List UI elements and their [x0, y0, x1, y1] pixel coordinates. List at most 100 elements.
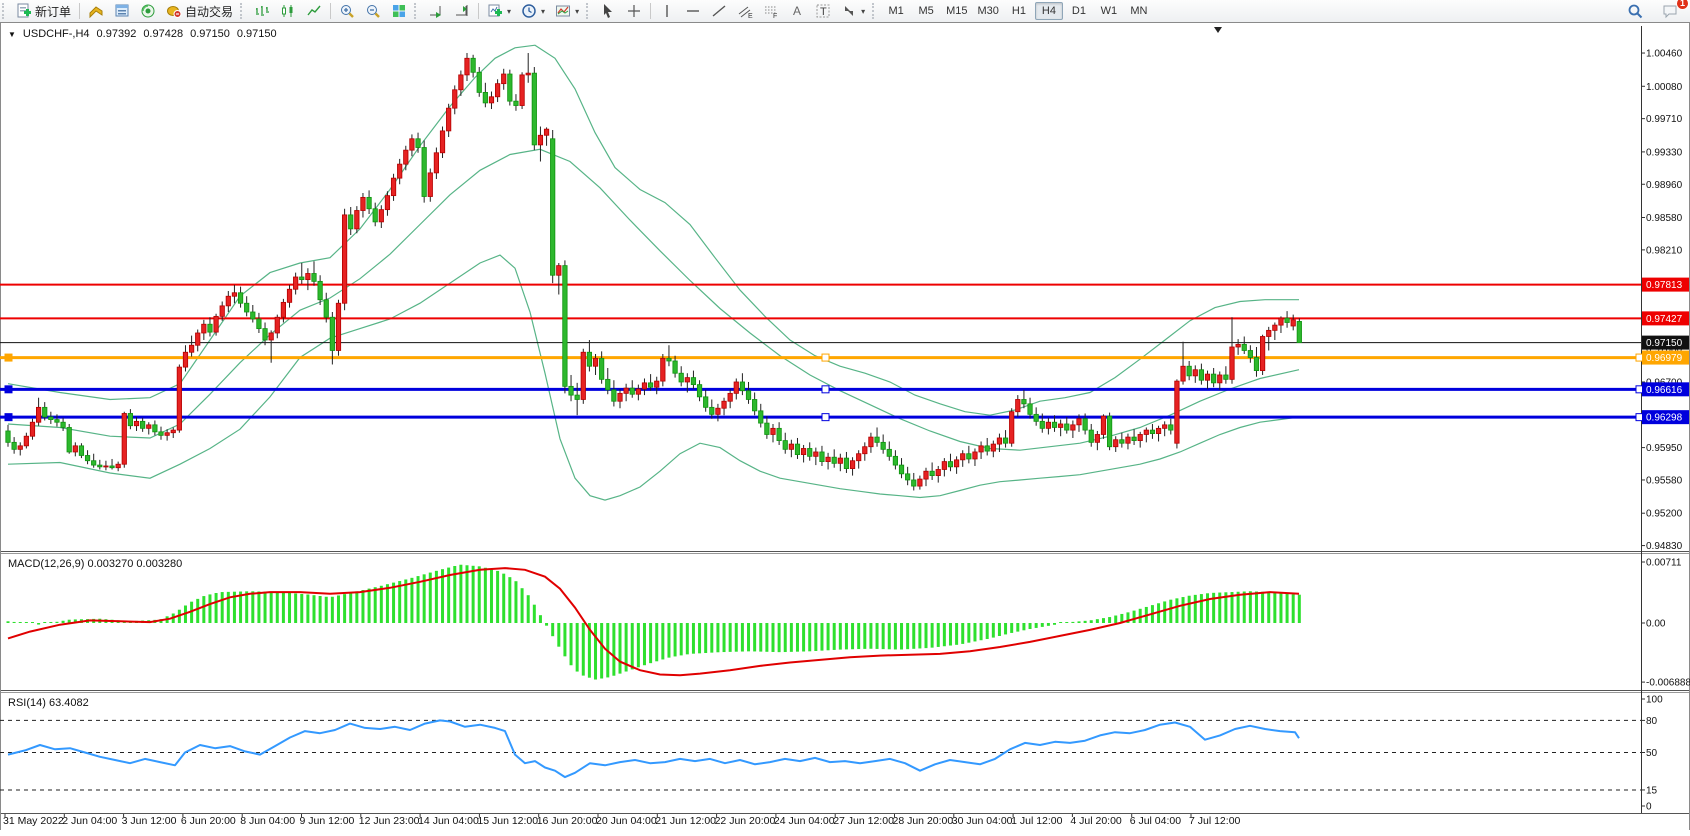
tab-timeframe-mn[interactable]: MN [1125, 2, 1153, 20]
vertical-line-button[interactable] [655, 1, 679, 21]
horizontal-line-button[interactable] [681, 1, 705, 21]
tab-timeframe-d1[interactable]: D1 [1065, 2, 1093, 20]
candle-body [789, 444, 793, 449]
search-button[interactable] [1623, 1, 1648, 21]
line-handle[interactable] [822, 386, 829, 393]
zoom-in-button[interactable] [335, 1, 359, 21]
fibonacci-button[interactable]: F [759, 1, 783, 21]
svg-text:100: 100 [1646, 695, 1663, 706]
cursor-button[interactable] [596, 1, 620, 21]
candle-body [514, 101, 518, 105]
templates-button[interactable]: ▾ [551, 1, 583, 21]
bar-chart-button[interactable] [250, 1, 274, 21]
candle-body [318, 281, 322, 299]
candle-body [875, 437, 879, 442]
tab-timeframe-h4[interactable]: H4 [1035, 2, 1063, 20]
candle-body [954, 460, 958, 467]
auto-trading-button[interactable]: 自动交易 [162, 1, 237, 21]
x-axis-label: 15 Jun 12:00 [477, 815, 538, 827]
symbol-title: ▼ USDCHF-,H4 0.97392 0.97428 0.97150 0.9… [8, 28, 277, 40]
notifications-button[interactable]: 1 [1658, 1, 1683, 21]
candle-body [1046, 422, 1050, 428]
tile-windows-button[interactable] [387, 1, 411, 21]
candle-body [918, 479, 922, 486]
text-icon: A [789, 3, 805, 19]
candle-body [1028, 404, 1032, 414]
line-handle[interactable] [1636, 354, 1643, 361]
toolbar-grip[interactable] [414, 3, 421, 19]
line-handle[interactable] [5, 414, 12, 421]
text-label-button[interactable]: T [811, 1, 835, 21]
equidistant-channel-button[interactable]: E [733, 1, 757, 21]
line-handle[interactable] [1636, 386, 1643, 393]
trendline-button[interactable] [707, 1, 731, 21]
line-handle[interactable] [822, 414, 829, 421]
chart-canvas[interactable]: 1.004601.000800.997100.993300.989600.985… [0, 22, 1690, 830]
candle-body [1254, 357, 1258, 370]
candle-body [342, 215, 346, 303]
svg-text:A: A [793, 4, 801, 18]
candlestick-chart-button[interactable] [276, 1, 300, 21]
toolbar-grip[interactable] [586, 3, 593, 19]
candle-body [691, 378, 695, 385]
new-chart-button[interactable]: ▾ [483, 1, 515, 21]
candle-body [244, 303, 248, 312]
tab-timeframe-m30[interactable]: M30 [974, 2, 1003, 20]
candle-body [648, 383, 652, 387]
new-order-button[interactable]: 新订单 [12, 1, 75, 21]
market-watch-button[interactable] [84, 1, 108, 21]
toolbar-grip[interactable] [240, 3, 247, 19]
zoom-out-button[interactable] [361, 1, 385, 21]
tab-timeframe-h1[interactable]: H1 [1005, 2, 1033, 20]
tab-timeframe-m15[interactable]: M15 [942, 2, 971, 20]
candle-body [104, 466, 108, 467]
timeframes-button[interactable]: ▾ [517, 1, 549, 21]
candle-body [1260, 336, 1264, 370]
candle-body [795, 444, 799, 454]
line-handle[interactable] [5, 386, 12, 393]
candle-body [159, 432, 163, 435]
candle-body [557, 266, 561, 276]
crosshair-button[interactable] [622, 1, 646, 21]
svg-text:F: F [773, 13, 777, 19]
toolbar-grip[interactable] [2, 3, 9, 19]
candle-body [905, 474, 909, 480]
svg-text:80: 80 [1646, 716, 1658, 727]
chart-shift-button[interactable] [450, 1, 474, 21]
candle-body [1089, 430, 1093, 442]
tab-timeframe-m1[interactable]: M1 [882, 2, 910, 20]
auto-scroll-button[interactable] [424, 1, 448, 21]
tab-timeframe-w1[interactable]: W1 [1095, 2, 1123, 20]
candle-body [122, 413, 126, 464]
candle-body [1187, 366, 1191, 376]
text-button[interactable]: A [785, 1, 809, 21]
tab-timeframe-m5[interactable]: M5 [912, 2, 940, 20]
arrows-button[interactable]: ▾ [837, 1, 869, 21]
svg-text:0.00: 0.00 [1646, 619, 1666, 630]
x-axis-label: 14 Jun 04:00 [418, 815, 479, 827]
candle-body [716, 408, 720, 414]
candle-body [416, 139, 420, 148]
candle-body [832, 457, 836, 463]
collapse-triangle-icon[interactable]: ▼ [8, 30, 16, 39]
candle-body [336, 303, 340, 350]
svg-text:0.95200: 0.95200 [1646, 509, 1683, 520]
line-handle[interactable] [5, 354, 12, 361]
clock-icon [521, 3, 537, 19]
time-axis[interactable]: 31 May 20222 Jun 04:003 Jun 12:006 Jun 2… [0, 814, 1690, 830]
candle-body [679, 373, 683, 382]
toolbar-separator [330, 3, 331, 19]
line-handle[interactable] [822, 354, 829, 361]
candle-body [18, 446, 22, 449]
line-chart-button[interactable] [302, 1, 326, 21]
candle-body [508, 74, 512, 101]
x-axis-label: 9 Jun 12:00 [300, 815, 355, 827]
line-handle[interactable] [1636, 414, 1643, 421]
signals-button[interactable] [136, 1, 160, 21]
candle-body [6, 431, 10, 442]
candle-body [330, 317, 334, 350]
svg-text:0.00711: 0.00711 [1646, 557, 1682, 568]
candle-body [453, 90, 457, 108]
toolbar-grip[interactable] [872, 3, 879, 19]
data-window-button[interactable] [110, 1, 134, 21]
